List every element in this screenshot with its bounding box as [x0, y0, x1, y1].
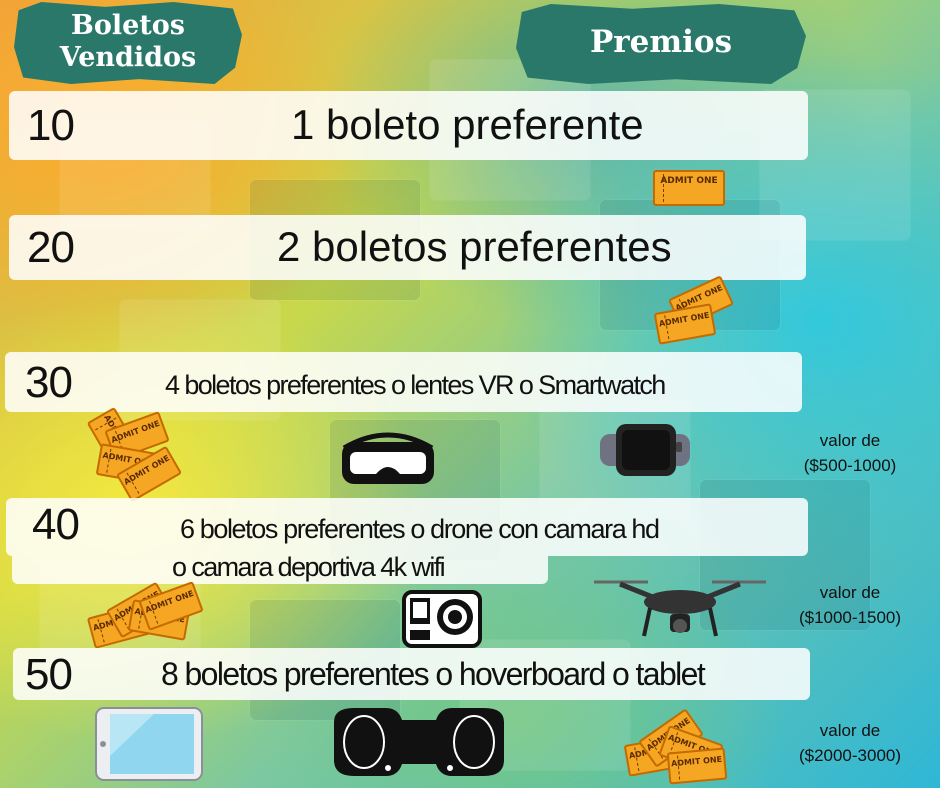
tier-prize: 8 boletos preferentes o hoverboard o tab… — [161, 656, 706, 692]
tier-prize: 1 boleto preferente — [291, 101, 644, 148]
tier-row-30: 30 4 boletos preferentes o lentes VR o S… — [5, 352, 802, 412]
value-label: valor de — [819, 721, 881, 740]
tier-sold-count: 30 — [25, 358, 73, 407]
tier-sold-count: 40 — [32, 500, 80, 549]
tier-sold-count: 20 — [27, 223, 75, 272]
ticket-icon: ADMIT ONE ADMIT ONE — [652, 275, 735, 346]
hoverboard-icon — [324, 704, 514, 782]
tablet-icon — [94, 706, 204, 782]
tier-value-40: valor de ($1000-1500) — [780, 580, 920, 630]
value-label: valor de — [819, 431, 881, 450]
ticket-icon: ADMIT ONE ADMIT ONE ADMIT ONE ADMIT ONE — [80, 406, 183, 503]
value-range: ($2000-3000) — [798, 746, 902, 765]
value-range: ($1000-1500) — [798, 608, 902, 627]
tier-prize-line2: o camara deportiva 4k wifi — [172, 552, 446, 582]
prizes-header: Premios — [589, 24, 733, 60]
tier-sold-count: 10 — [27, 101, 75, 150]
tier-prize-line1: 6 boletos preferentes o drone con camara… — [180, 514, 660, 544]
sold-header-line2: Vendidos — [59, 42, 197, 73]
tier-sold-count: 50 — [25, 650, 73, 699]
tier-row-10: 10 1 boleto preferente — [9, 91, 808, 160]
tier-row-20: 20 2 boletos preferentes — [9, 215, 806, 280]
drone-icon — [590, 574, 770, 644]
ticket-icon: ADMIT ONE ADMIT ONE ADMIT ONE ADMIT ONE — [86, 581, 204, 649]
sold-header-line1: Boletos — [71, 10, 185, 41]
value-range: ($500-1000) — [803, 456, 897, 475]
tier-prize: 4 boletos preferentes o lentes VR o Smar… — [165, 370, 666, 400]
ticket-icon: ADMIT ONE ADMIT ONE ADMIT ONE ADMIT ONE — [623, 708, 728, 785]
prizes-header-banner: Premios — [516, 4, 806, 84]
tier-row-40-continued: o camara deportiva 4k wifi — [12, 552, 548, 584]
tier-row-50: 50 8 boletos preferentes o hoverboard o … — [13, 648, 810, 700]
vr-headset-icon — [336, 426, 440, 488]
sold-header-banner: Boletos Vendidos — [14, 2, 242, 84]
tier-row-40: 40 6 boletos preferentes o drone con cam… — [6, 498, 808, 556]
ticket-icon: ADMIT ONE — [653, 168, 729, 208]
smartwatch-icon — [600, 424, 690, 476]
tier-value-30: valor de ($500-1000) — [780, 428, 920, 478]
action-camera-icon — [402, 590, 482, 648]
value-label: valor de — [819, 583, 881, 602]
tier-prize: 2 boletos preferentes — [277, 223, 672, 270]
tier-value-50: valor de ($2000-3000) — [780, 718, 920, 768]
